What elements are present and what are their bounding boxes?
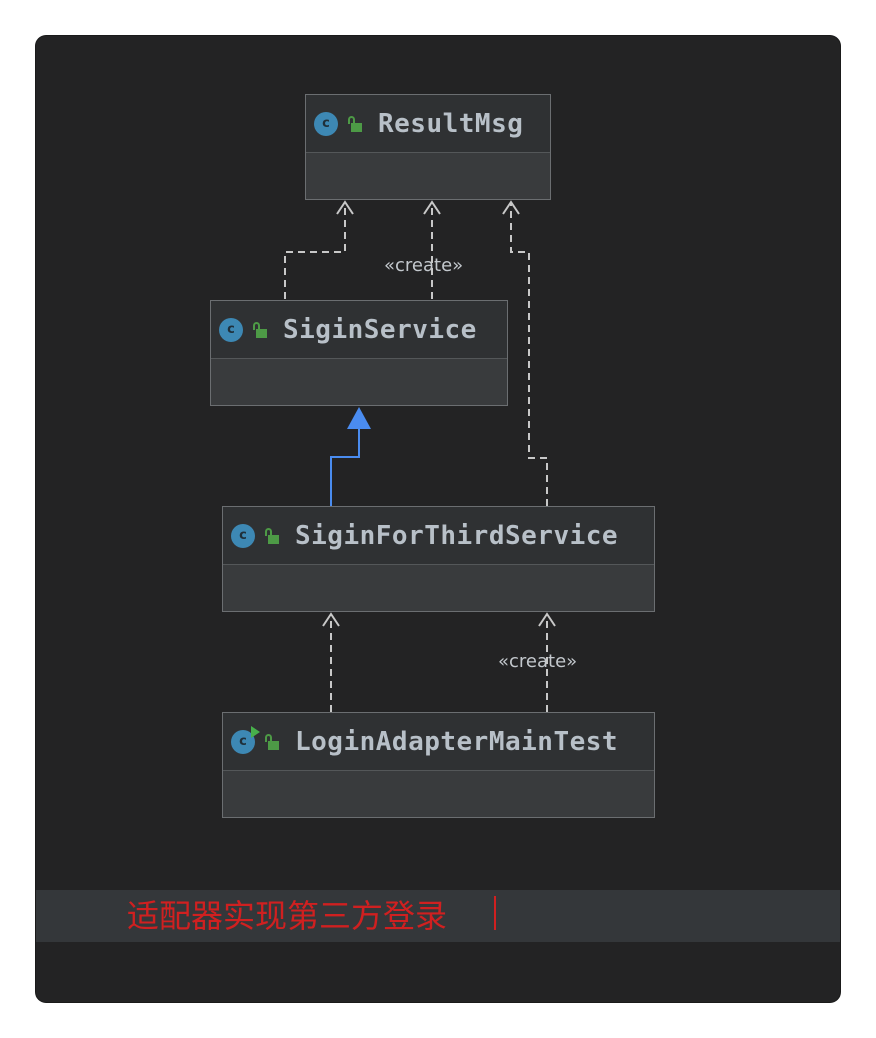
create-stereotype-label: «create»	[384, 255, 464, 276]
class-members-area	[306, 153, 550, 199]
public-access-icon	[263, 527, 281, 545]
class-icon: c	[231, 523, 255, 548]
class-icon: c	[314, 111, 338, 136]
class-node-siginservice[interactable]: c SiginService	[210, 300, 508, 406]
text-cursor	[494, 896, 496, 930]
class-name: ResultMsg	[378, 108, 524, 139]
class-members-area	[223, 771, 654, 817]
class-name: SiginService	[283, 314, 477, 345]
class-members-area	[223, 565, 654, 611]
class-name: LoginAdapterMainTest	[295, 726, 619, 757]
run-class-icon: c	[231, 725, 260, 754]
class-node-header: c SiginService	[211, 301, 507, 359]
class-icon: c	[219, 317, 243, 342]
class-name: SiginForThirdService	[295, 520, 619, 551]
create-stereotype-label: «create»	[498, 651, 578, 672]
public-access-icon	[263, 733, 281, 751]
class-node-header: c ResultMsg	[306, 95, 550, 153]
public-access-icon	[346, 115, 364, 133]
diagram-window: c ResultMsg c SiginService c SiginForThi…	[36, 36, 840, 1002]
class-members-area	[211, 359, 507, 405]
class-node-resultmsg[interactable]: c ResultMsg	[305, 94, 551, 200]
class-node-header: c SiginForThirdService	[223, 507, 654, 565]
caption-text: 适配器实现第三方登录	[127, 897, 448, 935]
class-node-header: c LoginAdapterMainTest	[223, 713, 654, 771]
class-node-loginadaptermaintest[interactable]: c LoginAdapterMainTest	[222, 712, 655, 818]
class-node-siginforthirdservice[interactable]: c SiginForThirdService	[222, 506, 655, 612]
public-access-icon	[251, 321, 269, 339]
caption-input-bar[interactable]: 适配器实现第三方登录	[36, 890, 840, 942]
